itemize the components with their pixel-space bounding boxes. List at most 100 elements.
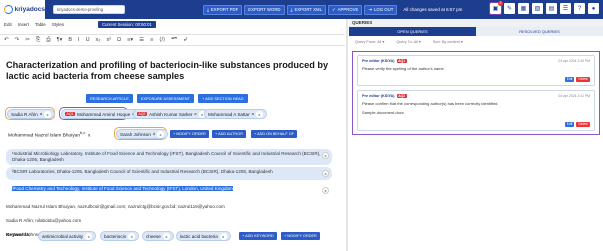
toolbar-tool-icon[interactable]: U [86, 37, 90, 43]
toolbar-tool-icon[interactable]: ↶ [4, 37, 9, 43]
menu-insert[interactable]: Insert [18, 22, 29, 27]
format-toolbar: ↶ ↷ ✂ ⎘ ⎙ ¶▾ B I Ux₂ x² Ω ≡▾ ☰ ≡ ⟨/⟩ ❝❞ ⁣↲ [0, 34, 345, 46]
save-status: All changes saved at 6:57 pm [403, 7, 463, 12]
queries-header: QUERIES [349, 19, 603, 27]
exposure-assessment-button[interactable]: EXPOSURE ASSESSMENT [136, 94, 194, 103]
toolbar-tool-icon[interactable]: ↷ [15, 37, 20, 43]
export-xml-button[interactable]: ⤓ EXPORT XML [286, 4, 326, 15]
toolbar-tool-icon[interactable]: ⎙ [46, 37, 50, 44]
author-chip[interactable]: Sarah Johnson d x [116, 129, 169, 139]
toolbar-tool-icon[interactable]: ¶▾ [57, 37, 63, 43]
remove-author-icon[interactable]: x [43, 110, 51, 118]
affiliation-item[interactable]: ¹Industrial Microbiology Laboratory, Ins… [6, 149, 332, 165]
remove-author-icon[interactable]: x [255, 110, 263, 118]
document-editor[interactable]: Characterization and profiling of bacter… [0, 48, 345, 251]
affiliation-item[interactable]: ²BCSIR Laboratories, Dhaka-1205, Banglad… [6, 167, 332, 180]
toolbar-tool-icon[interactable]: ≡▾ [127, 37, 133, 43]
keyword-chip[interactable]: antimicrobial activity x [38, 231, 97, 241]
keyword-modify-order-button[interactable]: + MODIFY ORDER [281, 232, 320, 240]
download-icon: ⤓ [290, 7, 293, 12]
toolbar-tool-icon[interactable]: ≡ [150, 37, 153, 43]
logo-text: kriyadocs [14, 6, 45, 13]
toolbar-tool-icon[interactable]: ☰ [139, 37, 144, 43]
research-article-button[interactable]: RESEARCH ARTICLE [86, 94, 133, 103]
remove-keyword-icon[interactable]: x [219, 232, 227, 240]
selected-text: ³Food Chemistry and Technology, Institut… [12, 186, 233, 191]
export-pdf-button[interactable]: ⤓ EXPORT PDF [203, 4, 243, 15]
delete-query-button[interactable]: Delete [576, 77, 590, 82]
query-tag[interactable]: AQ1 [65, 112, 76, 116]
add-keyword-button[interactable]: + ADD KEYWORD [239, 232, 277, 240]
query-tag: AQ2 [396, 94, 407, 98]
check-icon: ✓ [331, 6, 336, 12]
logout-button[interactable]: ⇥ LOG OUT [364, 4, 398, 15]
query-date: 04 apr 2024 2:40 PM [558, 59, 590, 63]
document-name-field[interactable]: kriyadocs-demo-proofing [53, 5, 125, 14]
help-icon[interactable]: ? [574, 3, 585, 14]
remove-keyword-icon[interactable]: x [85, 232, 93, 240]
query-card[interactable]: Pre editor (KSIYA) AQ2 04 apr 2024 2:41 P… [357, 90, 595, 131]
menu-icon[interactable]: ☰ [560, 3, 571, 14]
edit-query-button[interactable]: Edit [564, 122, 575, 127]
keyword-chip[interactable]: cheese x [142, 231, 174, 241]
remove-author-icon[interactable]: x [157, 130, 165, 138]
logout-icon: ⇥ [368, 6, 372, 12]
tab-resolved-queries[interactable]: RESOLVED QUERIES [476, 27, 603, 36]
remove-affiliation-icon[interactable]: x [322, 170, 329, 177]
toolbar-tool-icon[interactable]: B [68, 37, 72, 43]
approve-button[interactable]: ✓ APPROVE [327, 4, 363, 15]
queries-icon[interactable]: ▣ 2 [489, 1, 503, 15]
keywords-label: Keywords: [6, 233, 31, 238]
menu-bar: Edit Insert Table Styles [4, 22, 64, 27]
query-sort-filter[interactable]: Sort: By content ▾ [433, 39, 463, 44]
toolbar-tool-icon[interactable]: ⎘ [36, 37, 40, 44]
toolbar-tool-icon[interactable]: I [78, 37, 80, 43]
tab-open-queries[interactable]: OPEN QUERIES [349, 27, 476, 36]
query-card[interactable]: Pre editor (KSIYA) AQ1 04 apr 2024 2:40 P… [357, 55, 595, 86]
book-icon[interactable]: ▤ [546, 3, 557, 14]
author-chip[interactable]: Mohammad A Sattar a x [204, 109, 267, 119]
table-icon[interactable]: ▦ [518, 3, 529, 14]
toolbar-tool-icon[interactable]: x² [106, 37, 111, 43]
menu-table[interactable]: Table [35, 22, 46, 27]
add-on-behalf-button[interactable]: + ADD ON BEHALF OF [251, 130, 297, 138]
query-to-filter[interactable]: Query To: All ▾ [396, 39, 420, 44]
keyword-chip[interactable]: lactic acid bacteria x [176, 231, 231, 241]
download-icon: ⤓ [207, 7, 209, 12]
add-author-button[interactable]: + ADD AUTHOR [212, 130, 246, 138]
edit-icon[interactable]: ✎ [504, 3, 515, 14]
export-word-button[interactable]: EXPORT WORD [244, 4, 285, 15]
toolbar-tool-icon[interactable]: ⟨/⟩ [159, 37, 165, 43]
image-icon[interactable]: ▨ [532, 3, 543, 14]
remove-author-icon[interactable]: x [87, 134, 90, 139]
attachment-link[interactable]: Sample document.docx [362, 110, 590, 116]
remove-keyword-icon[interactable]: x [162, 232, 170, 240]
modify-order-button[interactable]: + MODIFY ORDER [170, 130, 209, 138]
correspondence-line[interactable]: Sadia R Afrin; nilabotdu@yahoo.com [6, 218, 81, 223]
section-buttons: RESEARCH ARTICLE EXPOSURE ASSESSMENT + A… [86, 94, 248, 103]
author-chip[interactable]: Mohammad Nazrul Islam Bhuiyanb,c x [8, 130, 90, 139]
affiliation-item[interactable]: ³Food Chemistry and Technology, Institut… [6, 184, 332, 197]
menu-styles[interactable]: Styles [52, 22, 64, 27]
user-icon[interactable]: ● [588, 3, 599, 14]
query-tag[interactable]: AQ2 [137, 112, 148, 116]
keyword-chip[interactable]: bacteriocin x [100, 231, 140, 241]
remove-affiliation-icon[interactable]: x [322, 152, 329, 159]
author-chip[interactable]: AQ2 Ashish Kumar Sarker a x [133, 109, 210, 119]
delete-query-button[interactable]: Delete [576, 122, 590, 127]
correspondence-line[interactable]: Mohammad Nazrul Islam Bhuiyan, nazrulbcs… [6, 204, 225, 209]
add-section-head-button[interactable]: + ADD SECTION HEAD [197, 94, 248, 103]
article-title[interactable]: Characterization and profiling of bacter… [6, 60, 336, 82]
toolbar-tool-icon[interactable]: ❝❞ [171, 37, 177, 43]
edit-query-button[interactable]: Edit [564, 77, 575, 82]
remove-keyword-icon[interactable]: x [128, 232, 136, 240]
author-chip[interactable]: Sadia R Afrin a x [7, 109, 55, 119]
toolbar-tool-icon[interactable]: x₂ [96, 37, 101, 43]
panel-divider[interactable] [346, 19, 348, 251]
query-from-filter[interactable]: Query From: All ▾ [355, 39, 384, 44]
remove-affiliation-icon[interactable]: x [322, 187, 329, 194]
toolbar-tool-icon[interactable]: Ω [117, 37, 121, 43]
menu-edit[interactable]: Edit [4, 22, 12, 27]
toolbar-tool-icon[interactable]: ⁣↲ [183, 37, 188, 43]
toolbar-tool-icon[interactable]: ✂ [25, 37, 30, 43]
